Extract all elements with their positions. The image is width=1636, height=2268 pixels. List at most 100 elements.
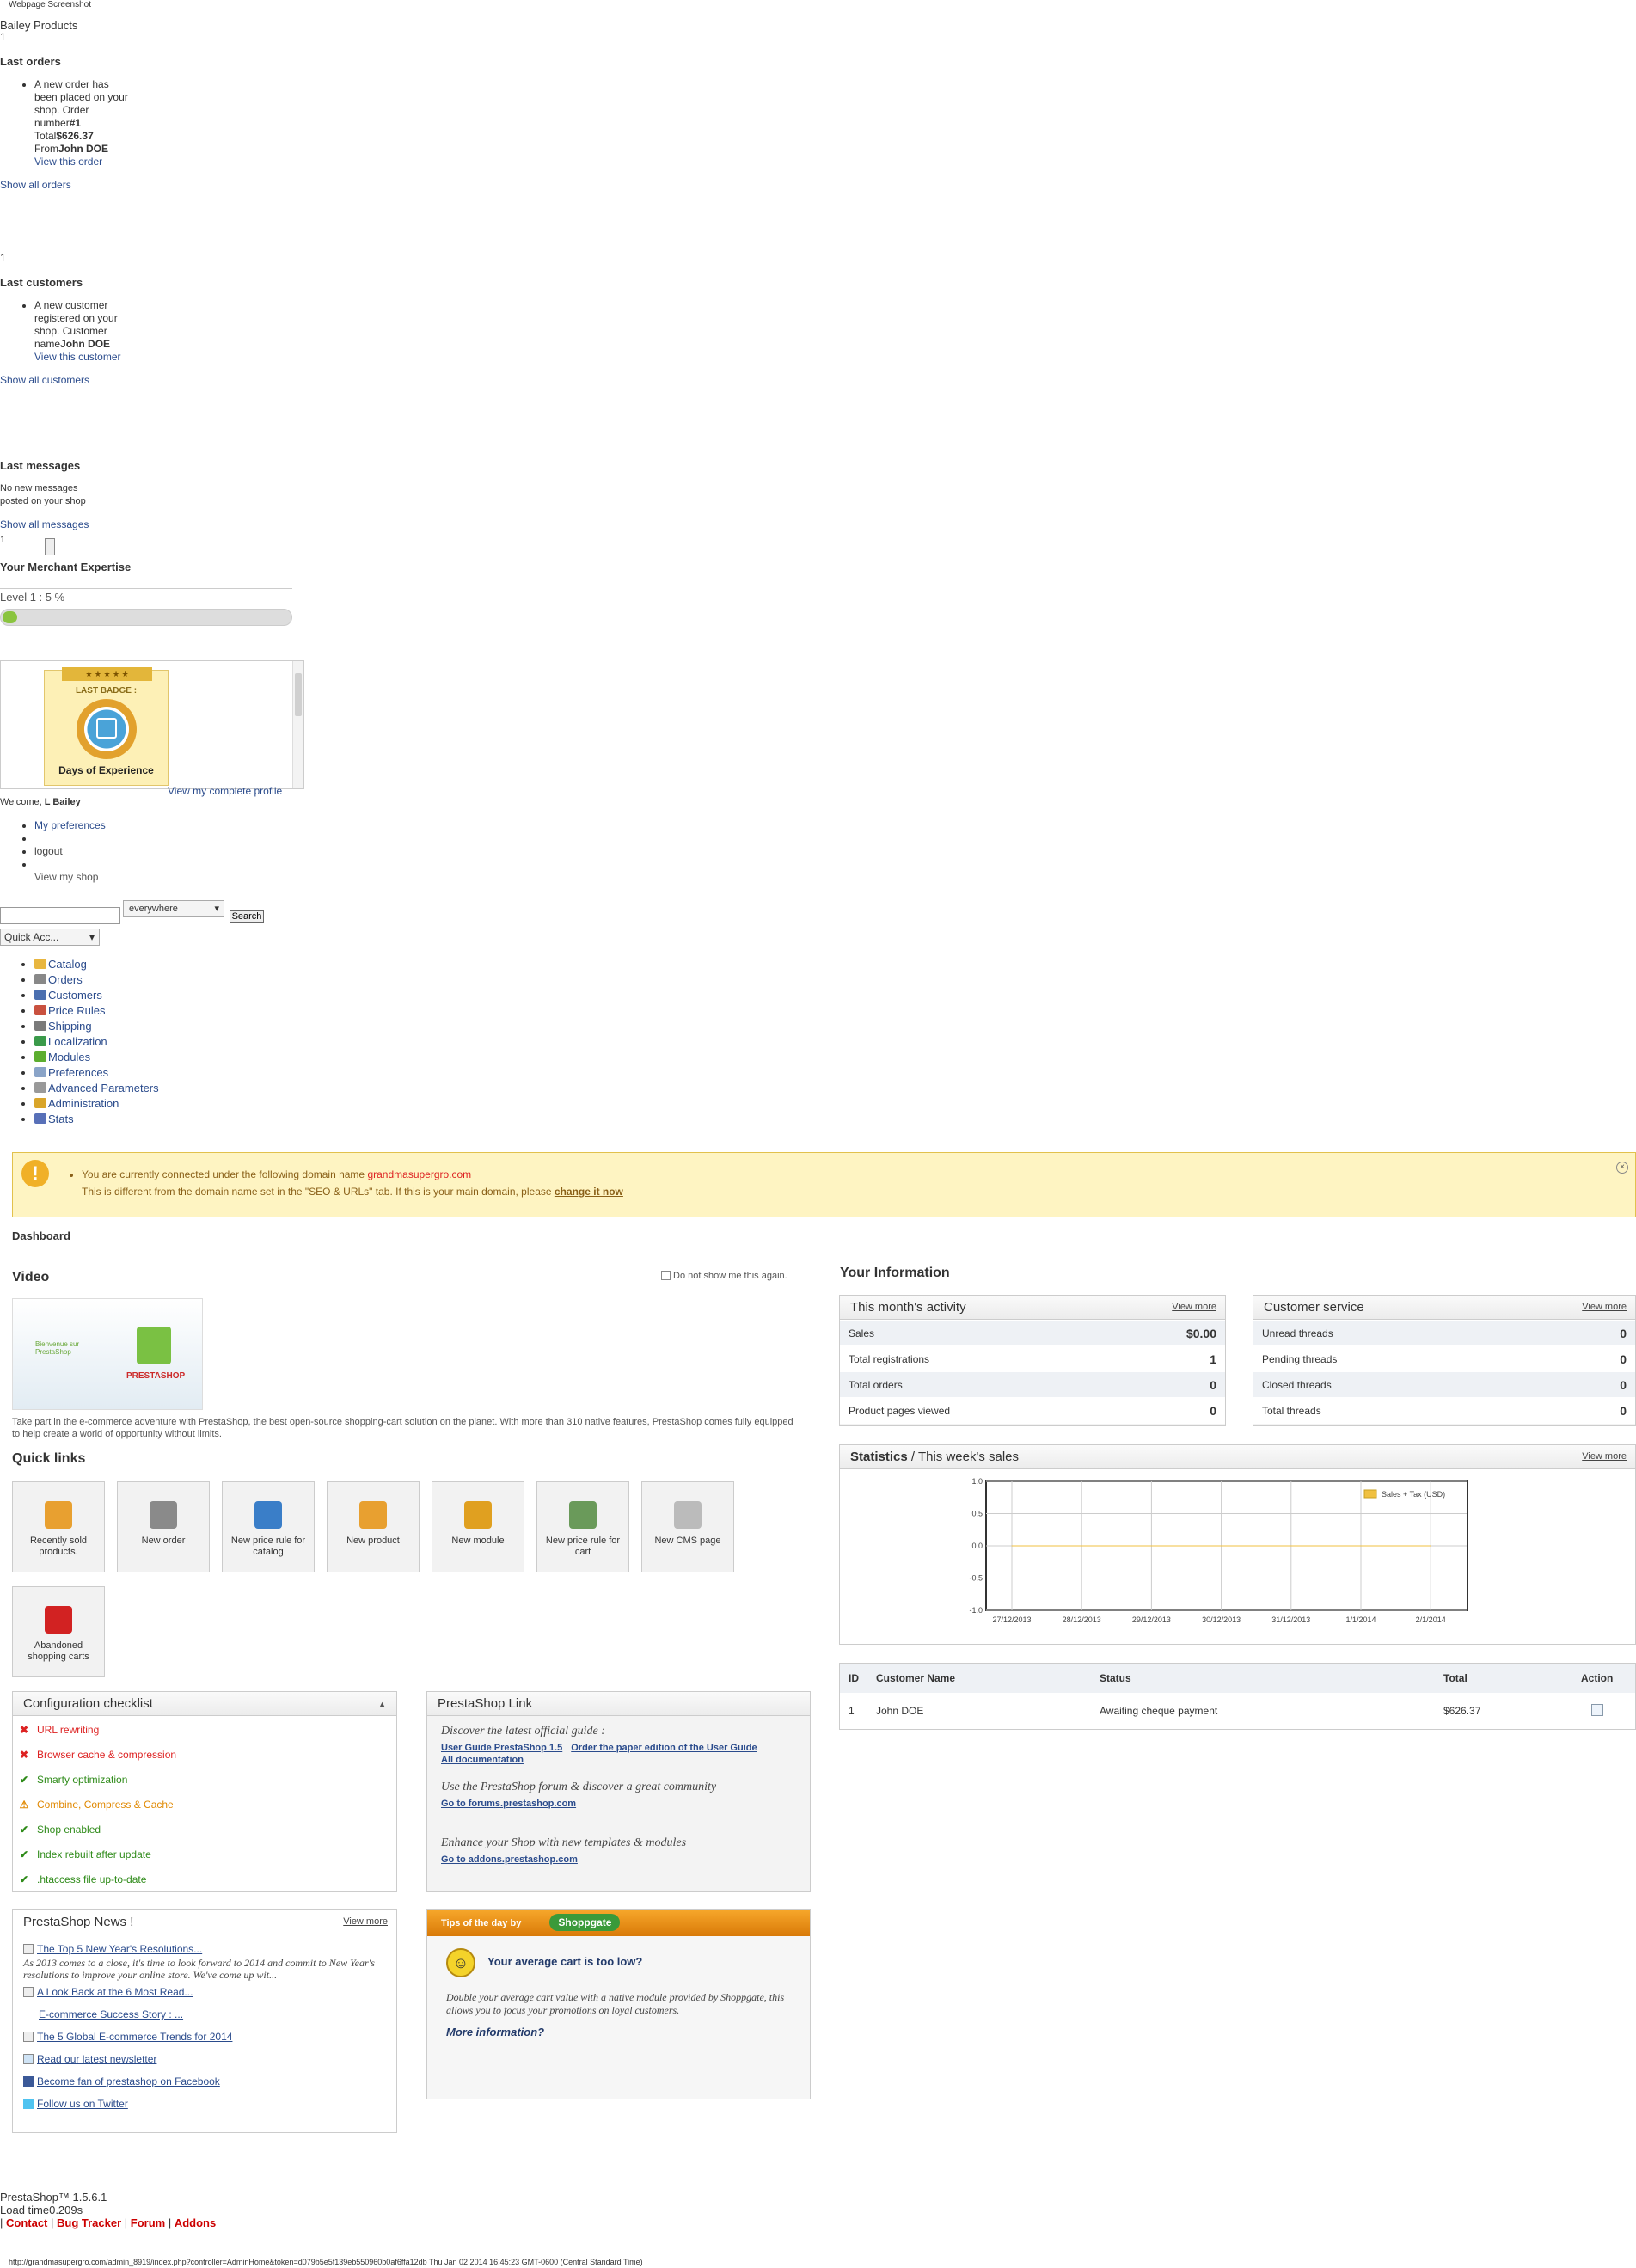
all-docs-link[interactable]: All documentation [441, 1755, 524, 1765]
twitter-icon [23, 2099, 34, 2109]
quick-link-products[interactable]: Recently sold products. [12, 1481, 105, 1572]
show-all-customers-link[interactable]: Show all customers [0, 374, 172, 386]
last-customers-section: 1 Last customers A new customer register… [0, 252, 172, 386]
nav-link[interactable]: Stats [48, 1113, 74, 1125]
nav-link[interactable]: Shipping [48, 1020, 92, 1033]
collapse-icon[interactable]: ▲ [378, 1692, 386, 1716]
domain-name: grandmasupergro.com [367, 1168, 472, 1180]
view-my-shop-link[interactable]: View my shop [34, 871, 98, 883]
forum-link[interactable]: Go to forums.prestashop.com [441, 1799, 576, 1809]
video-thumbnail[interactable]: Bienvenue sur PrestaShop PRESTASHOP [12, 1298, 203, 1410]
twitter-item[interactable]: Follow us on Twitter [23, 2093, 396, 2115]
quick-links-title: Quick links [12, 1451, 86, 1466]
change-domain-link[interactable]: change it now [555, 1186, 623, 1198]
nav-item[interactable]: Preferences [34, 1065, 159, 1081]
my-preferences-link[interactable]: My preferences [34, 819, 106, 831]
price-cart-icon [569, 1501, 597, 1529]
check-icon: ✔ [19, 1873, 29, 1885]
newsletter-item[interactable]: Read our latest newsletter [23, 2048, 396, 2070]
nav-link[interactable]: Localization [48, 1035, 107, 1048]
addons-link[interactable]: Go to addons.prestashop.com [441, 1854, 578, 1865]
view-customer-link[interactable]: View this customer [34, 351, 120, 363]
news-item[interactable]: A Look Back at the 6 Most Read... [23, 1981, 396, 2003]
data-point [1221, 1545, 1222, 1547]
quick-link-price-catalog[interactable]: New price rule for catalog [222, 1481, 315, 1572]
nav-item[interactable]: Modules [34, 1050, 159, 1065]
statistics-header: Statistics / This week's sales [840, 1445, 1635, 1469]
quick-link-abandoned-cart[interactable]: Abandoned shopping carts [12, 1586, 105, 1677]
show-all-messages-link[interactable]: Show all messages [0, 518, 172, 530]
logout-link[interactable]: logout [34, 845, 63, 857]
news-view-more[interactable]: View more [343, 1916, 388, 1927]
window-title: Webpage Screenshot [9, 0, 91, 9]
user-guide-link[interactable]: User Guide PrestaShop 1.5 [441, 1743, 562, 1753]
news-item[interactable]: The 5 Global E-commerce Trends for 2014 [23, 2026, 396, 2048]
tips-panel: Tips of the day by Shoppgate ☺ Your aver… [426, 1909, 811, 2099]
check-icon: ✔ [19, 1824, 29, 1836]
nav-item[interactable]: Localization [34, 1034, 159, 1050]
nav-item[interactable]: Advanced Parameters [34, 1081, 159, 1096]
customer-service: Customer service View more Unread thread… [1253, 1295, 1636, 1426]
nav-link[interactable]: Advanced Parameters [48, 1082, 159, 1094]
last-orders-title: Last orders [0, 55, 61, 68]
puzzle-icon [34, 1051, 46, 1062]
orders-count: 1 [0, 31, 6, 43]
close-icon[interactable]: × [1616, 1162, 1628, 1174]
nav-item[interactable]: Customers [34, 988, 159, 1003]
nav-item[interactable]: Price Rules [34, 1003, 159, 1019]
nav-link[interactable]: Modules [48, 1051, 90, 1064]
tips-more-link[interactable]: More information? [446, 2026, 544, 2038]
merchant-level: Level 1 : 5 % [0, 588, 292, 604]
smiley-icon: ☺ [446, 1948, 475, 1977]
view-profile-link[interactable]: View my complete profile [168, 785, 282, 797]
y-tick-label: 0.5 [971, 1510, 983, 1518]
drag-handle-icon[interactable] [45, 538, 55, 555]
dont-show-again[interactable]: Do not show me this again. [661, 1271, 787, 1281]
quick-access-select[interactable]: Quick Acc... ▾ [0, 929, 100, 946]
news-item[interactable]: E-commerce Success Story : ... [23, 2003, 396, 2026]
nav-link[interactable]: Administration [48, 1097, 119, 1110]
badge-scrollbar[interactable] [292, 661, 303, 788]
globe-icon [34, 1036, 46, 1046]
quick-link-price-cart[interactable]: New price rule for cart [536, 1481, 629, 1572]
show-all-orders-link[interactable]: Show all orders [0, 179, 172, 191]
view-order-link[interactable]: View this order [34, 156, 102, 168]
search-button[interactable]: Search [230, 910, 264, 923]
checkbox[interactable] [661, 1271, 671, 1280]
nav-item[interactable]: Shipping [34, 1019, 159, 1034]
col-customer: Customer Name [876, 1672, 956, 1684]
forum-link-footer[interactable]: Forum [131, 2216, 165, 2229]
last-customers-title: Last customers [0, 276, 83, 289]
search-input[interactable] [0, 907, 120, 924]
table-row: Sales $0.00 [840, 1320, 1225, 1346]
search-scope-select[interactable]: everywhere ▾ [123, 900, 224, 917]
quick-link-new-product[interactable]: New product [327, 1481, 420, 1572]
facebook-item[interactable]: Become fan of prestashop on Facebook [23, 2070, 396, 2093]
service-view-more[interactable]: View more [1582, 1302, 1627, 1312]
paper-guide-link[interactable]: Order the paper edition of the User Guid… [571, 1743, 757, 1753]
nav-item[interactable]: Orders [34, 972, 159, 988]
badge-carousel[interactable]: ★ ★ ★ ★ ★ LAST BADGE : Days of Experienc… [0, 660, 304, 789]
chevron-down-icon: ▾ [89, 931, 95, 943]
nav-link[interactable]: Price Rules [48, 1004, 105, 1017]
nav-link[interactable]: Preferences [48, 1066, 108, 1079]
quick-link-new-order[interactable]: New order [117, 1481, 210, 1572]
table-row[interactable]: 1 John DOE Awaiting cheque payment $626.… [840, 1693, 1635, 1729]
merchant-title: Your Merchant Expertise [0, 561, 132, 573]
bug-tracker-link[interactable]: Bug Tracker [57, 2216, 121, 2229]
quick-link-new-module[interactable]: New module [432, 1481, 524, 1572]
nav-item[interactable]: Stats [34, 1112, 159, 1127]
nav-link[interactable]: Catalog [48, 958, 87, 971]
statistics-panel: Statistics / This week's sales View more… [839, 1444, 1636, 1645]
addons-link-footer[interactable]: Addons [175, 2216, 216, 2229]
contact-link[interactable]: Contact [6, 2216, 47, 2229]
products-icon [45, 1501, 72, 1529]
nav-link[interactable]: Orders [48, 973, 83, 986]
nav-item[interactable]: Catalog [34, 957, 159, 972]
stats-view-more[interactable]: View more [1582, 1451, 1627, 1462]
nav-link[interactable]: Customers [48, 989, 102, 1002]
view-details-icon[interactable] [1591, 1703, 1603, 1716]
quick-link-cms-page[interactable]: New CMS page [641, 1481, 734, 1572]
activity-view-more[interactable]: View more [1172, 1302, 1216, 1312]
nav-item[interactable]: Administration [34, 1096, 159, 1112]
